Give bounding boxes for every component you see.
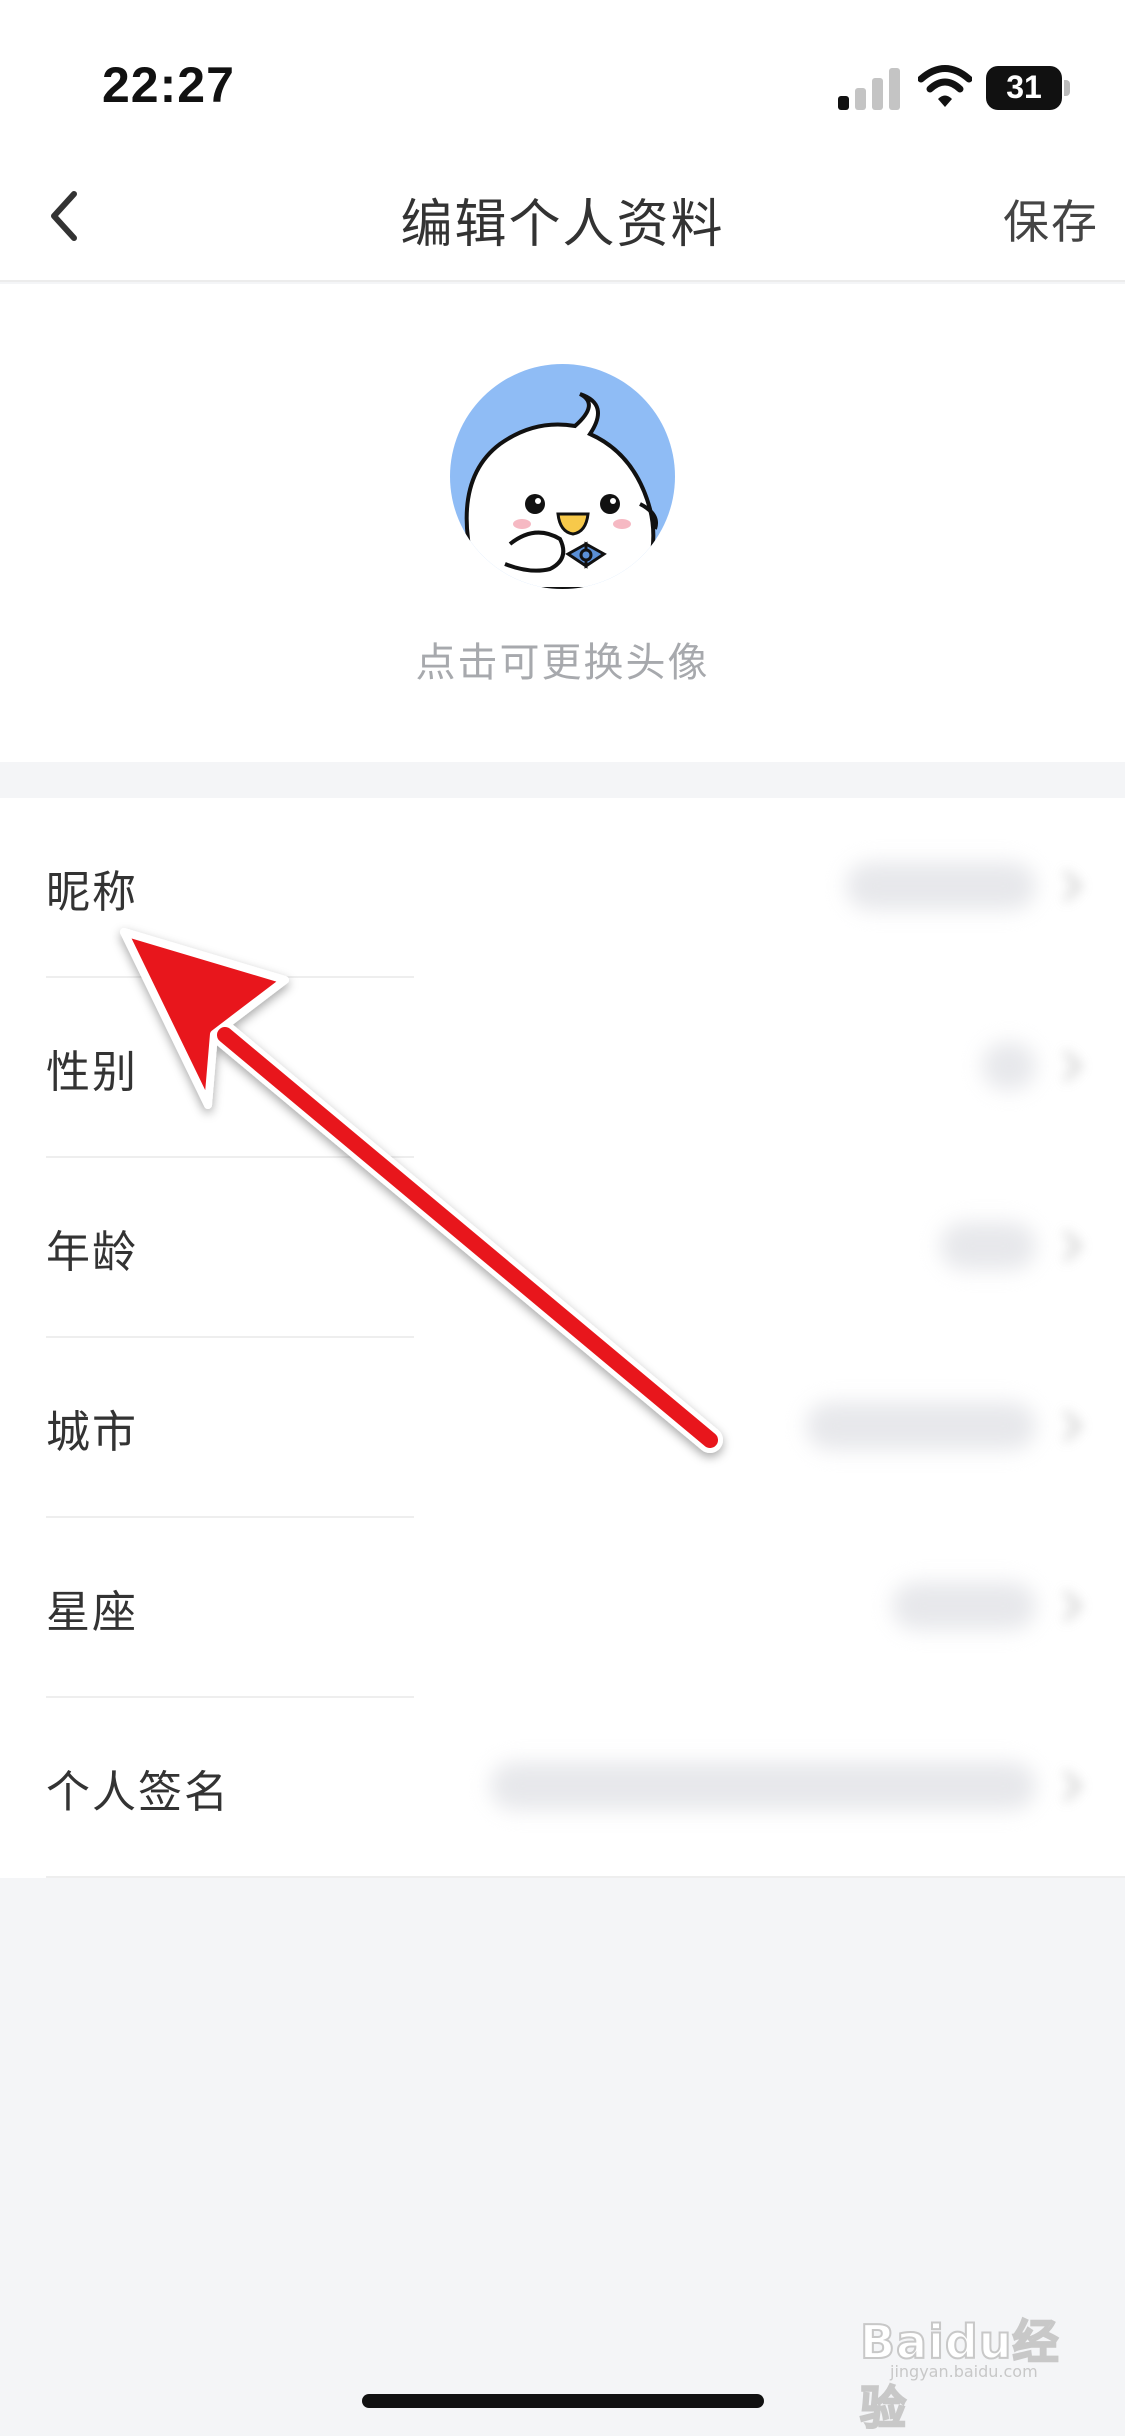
chevron-right-icon bbox=[1063, 1770, 1082, 1802]
field-label: 星座 bbox=[46, 1587, 138, 1638]
avatar-section[interactable]: 点击可更换头像 bbox=[0, 284, 1125, 762]
wifi-icon bbox=[918, 65, 972, 107]
home-indicator[interactable] bbox=[362, 2394, 764, 2408]
page-title: 编辑个人资料 bbox=[400, 195, 725, 255]
field-row-age[interactable]: 年龄 bbox=[0, 1158, 1125, 1338]
field-row-gender[interactable]: 性别 bbox=[0, 978, 1125, 1158]
battery-level: 31 bbox=[1006, 69, 1042, 105]
field-value-blurred bbox=[892, 1582, 1036, 1630]
signal-icon bbox=[838, 68, 900, 110]
field-row-signature[interactable]: 个人签名 bbox=[0, 1698, 1125, 1878]
chevron-right-icon bbox=[1063, 1590, 1082, 1622]
watermark-url: jingyan.baidu.com bbox=[890, 2362, 1038, 2381]
field-row-zodiac[interactable]: 星座 bbox=[0, 1518, 1125, 1698]
status-time: 22:27 bbox=[102, 57, 235, 113]
chevron-right-icon bbox=[1063, 1410, 1082, 1442]
field-value-blurred bbox=[846, 862, 1036, 910]
watermark-logo: Baidu经验 jingyan.baidu.com bbox=[859, 2296, 1105, 2436]
field-value-blurred bbox=[982, 1042, 1036, 1090]
field-label: 性别 bbox=[46, 1047, 138, 1098]
field-label: 个人签名 bbox=[46, 1767, 230, 1818]
avatar[interactable] bbox=[450, 364, 675, 589]
chevron-right-icon bbox=[1063, 870, 1082, 902]
field-label: 城市 bbox=[46, 1407, 138, 1458]
status-bar: 22:27 31 bbox=[0, 0, 1125, 150]
field-value-blurred bbox=[940, 1222, 1036, 1270]
nav-bar: 编辑个人资料 保存 bbox=[0, 150, 1125, 282]
battery-cap bbox=[1064, 80, 1070, 96]
field-label: 昵称 bbox=[46, 867, 138, 918]
chevron-right-icon bbox=[1063, 1230, 1082, 1262]
field-label: 年龄 bbox=[46, 1227, 138, 1278]
battery-icon: 31 bbox=[986, 66, 1070, 110]
row-divider bbox=[46, 1876, 1125, 1878]
avatar-hint: 点击可更换头像 bbox=[415, 640, 710, 686]
field-row-city[interactable]: 城市 bbox=[0, 1338, 1125, 1518]
chevron-right-icon bbox=[1063, 1050, 1082, 1082]
field-value-blurred bbox=[806, 1402, 1036, 1450]
field-value-blurred bbox=[490, 1762, 1036, 1810]
field-row-nickname[interactable]: 昵称 bbox=[0, 798, 1125, 978]
save-button[interactable]: 保存 bbox=[1003, 186, 1099, 252]
profile-list: 昵称 性别 年龄 城市 星座 个人签名 bbox=[0, 798, 1125, 1878]
